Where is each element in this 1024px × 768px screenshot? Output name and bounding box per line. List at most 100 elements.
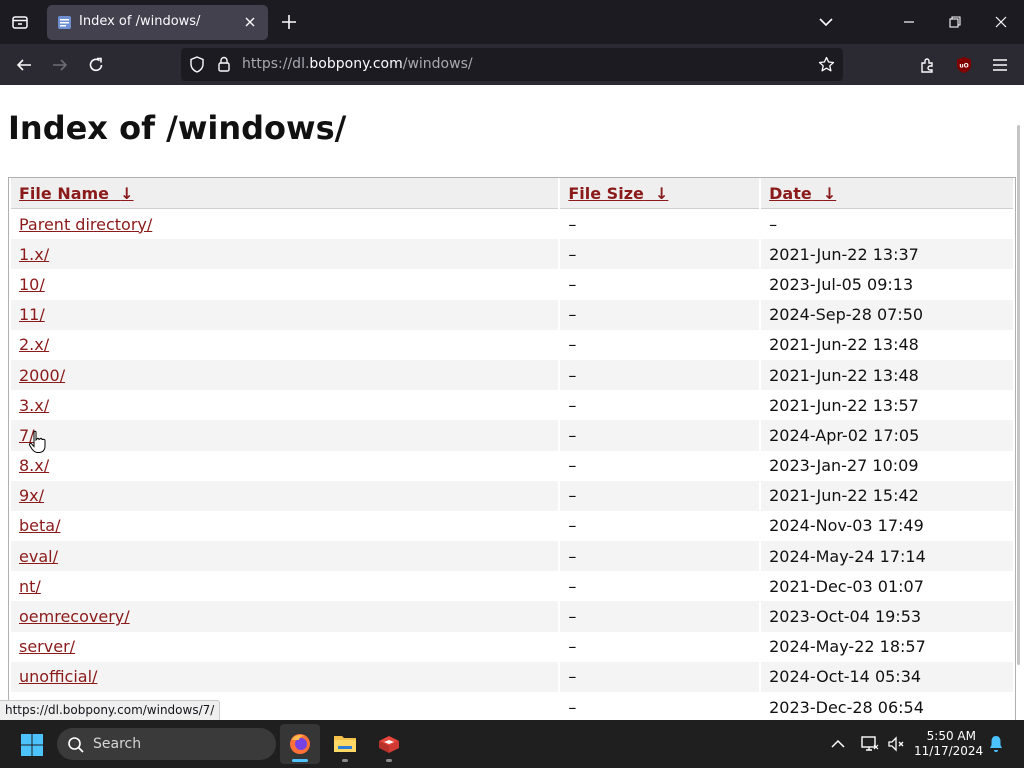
file-name-cell: 7/ — [11, 420, 559, 451]
directory-link[interactable]: 3.x/ — [19, 396, 49, 415]
extensions-puzzle-icon[interactable] — [918, 55, 938, 75]
file-name-cell: nt/ — [11, 571, 558, 601]
table-row: oemrecovery/ –2023-Oct-04 19:53 — [11, 601, 1013, 632]
table-row: server/ – 2024-May-22 18:57 — [11, 632, 1013, 662]
ublock-origin-icon[interactable]: uO — [954, 55, 974, 75]
restore-icon[interactable] — [946, 13, 964, 31]
directory-link[interactable]: oemrecovery/ — [19, 607, 130, 626]
url-prefix: https://dl. — [242, 56, 310, 72]
bookmark-star-icon[interactable] — [818, 56, 835, 73]
file-name-cell: 2000/ — [11, 359, 559, 391]
browser-tab[interactable]: Index of /windows/ — [47, 5, 268, 40]
back-icon[interactable] — [14, 55, 34, 75]
url-domain: bobpony.com — [309, 56, 403, 72]
svg-text:uO: uO — [959, 63, 968, 70]
file-name-cell: beta/ — [11, 511, 558, 541]
file-size-cell: – — [568, 516, 577, 536]
directory-link[interactable]: Parent directory/ — [19, 215, 152, 234]
notifications-bell-icon[interactable] — [986, 734, 1006, 754]
clock-date: 11/17/2024 — [914, 744, 984, 758]
running-indicator — [292, 759, 308, 762]
file-name-cell: oemrecovery/ — [11, 601, 559, 632]
date-cell: 2021-Dec-03 01:07 — [769, 576, 924, 596]
file-name-cell: 9x/ — [11, 480, 559, 511]
sort-arrow-icon: ↓ — [655, 183, 669, 203]
vertical-scrollbar[interactable] — [1017, 125, 1020, 665]
volume-muted-icon[interactable] — [886, 734, 906, 754]
date-header-label: Date — [769, 183, 812, 203]
column-header-date[interactable]: Date ↓ — [761, 178, 1013, 209]
tracking-protection-shield-icon[interactable] — [189, 56, 205, 73]
show-hidden-icons-chevron-up-icon[interactable] — [828, 734, 848, 754]
hamburger-menu-icon[interactable] — [990, 55, 1010, 75]
date-cell: 2023-Jul-05 09:13 — [769, 274, 914, 294]
table-row: 10/ – 2023-Jul-05 09:13 — [11, 269, 1013, 299]
date-cell: 2021-Jun-22 13:48 — [761, 359, 1013, 391]
table-row: 8.x/ – 2023-Jan-27 10:09 — [11, 451, 1013, 481]
table-row: 9x/ –2021-Jun-22 15:42 — [11, 480, 1013, 511]
date-cell: 2024-Oct-14 05:34 — [761, 661, 1013, 692]
new-tab-icon[interactable] — [280, 13, 298, 31]
table-header-row: File Name ↓ File Size ↓ Date ↓ — [11, 178, 1013, 209]
file-name-header-label: File Name — [19, 183, 110, 203]
close-window-icon[interactable] — [992, 13, 1010, 31]
file-name-cell: 2.x/ — [11, 330, 558, 360]
date-cell: 2024-May-24 17:14 — [761, 541, 1013, 572]
date-cell: 2021-Jun-22 15:42 — [761, 480, 1013, 511]
file-name-cell: 8.x/ — [11, 451, 558, 481]
list-all-tabs-icon[interactable] — [8, 10, 32, 34]
taskbar-app-button[interactable] — [369, 724, 409, 764]
forward-icon[interactable] — [50, 55, 70, 75]
close-tab-icon[interactable] — [242, 14, 258, 30]
directory-link[interactable]: 10/ — [19, 275, 45, 294]
system-clock[interactable]: 5:50 AM 11/17/2024 — [914, 729, 984, 759]
tab-strip: Index of /windows/ — [0, 0, 1024, 44]
directory-link[interactable]: 11/ — [19, 305, 45, 324]
column-header-file-size[interactable]: File Size ↓ — [560, 178, 760, 209]
table-row: beta/ – 2024-Nov-03 17:49 — [11, 511, 1013, 541]
directory-link[interactable]: 2000/ — [19, 366, 65, 385]
file-name-cell: 10/ — [11, 269, 558, 299]
directory-link[interactable]: beta/ — [19, 516, 60, 535]
directory-link[interactable]: 2.x/ — [19, 335, 49, 354]
directory-link[interactable]: 8.x/ — [19, 456, 49, 475]
windows-start-icon[interactable] — [20, 733, 44, 757]
page-content: Index of /windows/ File Name ↓ File Size… — [0, 85, 1024, 720]
file-name-cell: Parent directory/ — [11, 209, 558, 239]
directory-link[interactable]: server/ — [19, 637, 75, 656]
app-icon — [379, 736, 399, 753]
table-row: 3.x/ – 2021-Jun-22 13:57 — [11, 390, 1013, 420]
running-indicator — [386, 759, 392, 762]
taskbar-search-box[interactable]: Search — [57, 728, 276, 760]
file-size-cell: – — [568, 576, 577, 596]
network-icon[interactable] — [860, 734, 880, 754]
address-bar[interactable]: https://dl.bobpony.com/windows/ — [181, 48, 843, 81]
tab-title: Index of /windows/ — [79, 14, 201, 29]
file-name-cell: 3.x/ — [11, 390, 558, 420]
directory-link[interactable]: nt/ — [19, 577, 41, 596]
directory-link[interactable]: 9x/ — [19, 486, 44, 505]
file-size-cell: – — [560, 541, 760, 572]
taskbar-firefox-button[interactable] — [280, 724, 320, 764]
sort-arrow-icon: ↓ — [120, 183, 134, 203]
directory-link[interactable]: eval/ — [19, 547, 58, 566]
column-header-file-name[interactable]: File Name ↓ — [11, 178, 559, 209]
url-text[interactable]: https://dl.bobpony.com/windows/ — [242, 56, 473, 72]
date-cell: 2021-Jun-22 13:57 — [769, 395, 919, 415]
date-cell: 2023-Oct-04 19:53 — [761, 601, 1013, 632]
table-row: 11/ –2024-Sep-28 07:50 — [11, 299, 1013, 330]
file-size-cell: – — [568, 697, 577, 717]
directory-link[interactable]: 1.x/ — [19, 245, 49, 264]
date-cell: 2021-Jun-22 13:37 — [761, 239, 1013, 270]
date-cell: 2024-Apr-02 17:05 — [761, 420, 1013, 451]
minimize-icon[interactable] — [900, 13, 918, 31]
taskbar-file-explorer-button[interactable] — [325, 724, 365, 764]
reload-icon[interactable] — [86, 55, 106, 75]
file-name-cell: 1.x/ — [11, 239, 559, 270]
chevron-down-icon[interactable] — [817, 13, 835, 31]
date-cell: 2024-May-22 18:57 — [769, 637, 926, 657]
directory-link[interactable]: unofficial/ — [19, 667, 97, 686]
clock-time: 5:50 AM — [926, 729, 976, 743]
file-size-cell: – — [560, 661, 760, 692]
lock-icon[interactable] — [217, 56, 231, 72]
